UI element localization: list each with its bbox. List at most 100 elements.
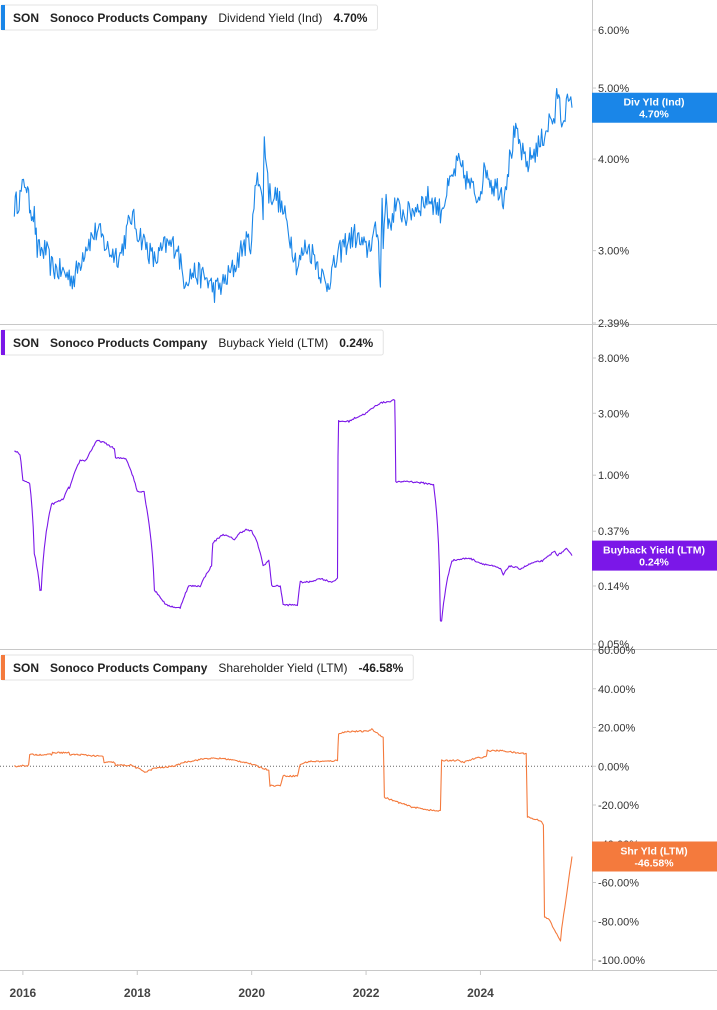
data-point bbox=[14, 450, 15, 451]
data-point bbox=[566, 549, 567, 550]
data-point bbox=[457, 163, 458, 164]
data-point bbox=[566, 104, 567, 105]
data-point bbox=[85, 460, 86, 461]
data-point bbox=[20, 197, 21, 198]
data-point bbox=[423, 483, 424, 484]
y-tick-label: 3.00% bbox=[598, 408, 629, 420]
data-point bbox=[514, 132, 515, 133]
series-header-ticker: SON bbox=[13, 11, 39, 25]
data-point bbox=[165, 245, 166, 246]
data-point bbox=[469, 183, 470, 184]
data-point bbox=[271, 586, 272, 587]
x-tick-label: 2020 bbox=[238, 986, 265, 1000]
data-point bbox=[543, 824, 544, 825]
data-point bbox=[451, 560, 452, 561]
value-tag-label: Div Yld (Ind) bbox=[623, 97, 684, 109]
data-point bbox=[260, 553, 261, 554]
series-header: SON Sonoco Products Company Buyback Yield … bbox=[0, 329, 384, 356]
data-point bbox=[500, 188, 501, 189]
data-point bbox=[194, 760, 195, 761]
data-point bbox=[246, 529, 247, 530]
data-point bbox=[440, 621, 441, 622]
data-point bbox=[68, 752, 69, 753]
data-point bbox=[463, 762, 464, 763]
series-color-swatch bbox=[1, 655, 5, 680]
data-point bbox=[115, 458, 116, 459]
data-point bbox=[177, 245, 178, 246]
panel-2: 8.00%3.00%1.00%0.37%0.14%0.05%Buyback Yi… bbox=[0, 329, 717, 651]
data-point bbox=[154, 768, 155, 769]
data-point bbox=[86, 458, 87, 459]
data-point bbox=[85, 245, 86, 246]
data-point bbox=[348, 731, 349, 732]
data-point bbox=[41, 590, 42, 591]
data-point bbox=[417, 206, 418, 207]
x-tick-label: 2024 bbox=[467, 986, 494, 1000]
data-point bbox=[131, 215, 132, 216]
data-point bbox=[395, 482, 396, 483]
data-point bbox=[477, 197, 478, 198]
data-point bbox=[51, 267, 52, 268]
data-point bbox=[68, 487, 69, 488]
data-point bbox=[440, 210, 441, 211]
data-point bbox=[320, 578, 321, 579]
data-point bbox=[337, 760, 338, 761]
data-point bbox=[145, 772, 146, 773]
data-point bbox=[557, 555, 558, 556]
data-point bbox=[406, 481, 407, 482]
data-point bbox=[480, 563, 481, 564]
data-point bbox=[280, 586, 281, 587]
data-point bbox=[543, 560, 544, 561]
data-point bbox=[29, 484, 30, 485]
data-point bbox=[14, 206, 15, 207]
data-point bbox=[74, 278, 75, 279]
data-point bbox=[388, 401, 389, 402]
value-tag-value: -46.58% bbox=[634, 857, 674, 869]
data-point bbox=[520, 147, 521, 148]
panel-3: 60.00%40.00%20.00%0.00%-20.00%-40.00%-60… bbox=[0, 645, 717, 967]
data-point bbox=[338, 421, 339, 422]
data-point bbox=[540, 820, 541, 821]
y-tick-label: 4.00% bbox=[598, 154, 629, 166]
data-point bbox=[423, 808, 424, 809]
data-point bbox=[491, 183, 492, 184]
data-point bbox=[383, 245, 384, 246]
data-point bbox=[34, 215, 35, 216]
data-point bbox=[557, 91, 558, 92]
data-point bbox=[52, 752, 53, 753]
data-point bbox=[509, 565, 510, 566]
data-point bbox=[366, 731, 367, 732]
data-point bbox=[45, 250, 46, 251]
data-point bbox=[306, 245, 307, 246]
series-line bbox=[13, 88, 573, 304]
data-point bbox=[354, 235, 355, 236]
data-point bbox=[97, 440, 98, 441]
data-point bbox=[14, 766, 15, 767]
series-header-metric: Shareholder Yield (LTM) bbox=[218, 661, 347, 675]
data-point bbox=[561, 121, 562, 122]
data-point bbox=[531, 818, 532, 819]
data-point bbox=[180, 607, 181, 608]
series-header-ticker: SON bbox=[13, 336, 39, 350]
series-line bbox=[14, 399, 573, 622]
data-point bbox=[331, 272, 332, 273]
data-point bbox=[503, 750, 504, 751]
data-point bbox=[380, 278, 381, 279]
data-point bbox=[251, 531, 252, 532]
data-point bbox=[52, 504, 53, 505]
data-point bbox=[37, 250, 38, 251]
data-point bbox=[377, 404, 378, 405]
data-point bbox=[386, 192, 387, 193]
data-point bbox=[29, 754, 30, 755]
y-tick-label: -60.00% bbox=[598, 878, 639, 890]
data-point bbox=[212, 543, 213, 544]
x-tick-label: 2022 bbox=[353, 986, 380, 1000]
data-point bbox=[572, 856, 573, 857]
data-point bbox=[486, 167, 487, 168]
data-point bbox=[25, 179, 26, 180]
y-tick-label: 0.00% bbox=[598, 761, 629, 773]
data-point bbox=[115, 765, 116, 766]
data-point bbox=[223, 534, 224, 535]
data-point bbox=[354, 418, 355, 419]
data-point bbox=[246, 762, 247, 763]
